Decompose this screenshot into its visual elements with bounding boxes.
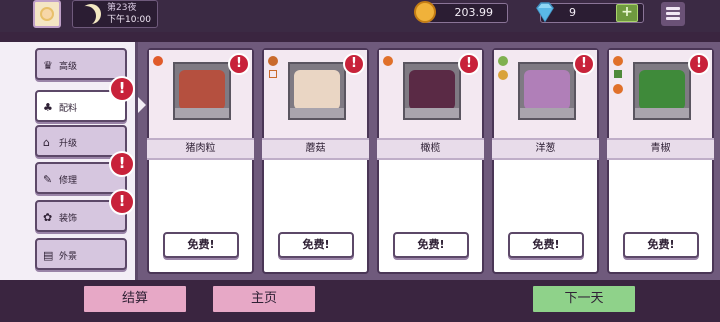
ingredient-type-icon (613, 56, 623, 66)
tab-premium[interactable]: ♛ 高级 (35, 48, 127, 80)
free-button[interactable]: 免费! (508, 232, 584, 258)
pork-topping-image (179, 70, 225, 110)
top-bar: 第23夜 下午10:00 203.99 9 + (0, 0, 720, 32)
free-button[interactable]: 免费! (278, 232, 354, 258)
crown-icon: ♛ (43, 59, 53, 72)
ingredient-card-onion[interactable]: ! 洋葱 免费! (492, 48, 599, 274)
clock-time: 下午10:00 (107, 15, 151, 25)
flag-icon (614, 70, 622, 78)
ingredient-name: 猪肉粒 (147, 138, 254, 160)
card-alert-badge: ! (228, 53, 250, 75)
hamburger-menu-icon[interactable] (661, 2, 685, 26)
ingredient-card-olive[interactable]: ! 橄榄 免费! (377, 48, 484, 274)
tab-label: 配料 (59, 104, 78, 114)
olive-topping-image (409, 70, 455, 110)
next-day-button[interactable]: 下一天 (531, 284, 637, 314)
night-counter: 第23夜 (107, 3, 137, 13)
green-pepper-topping-image (639, 70, 685, 110)
ingredient-name: 青椒 (607, 138, 714, 160)
moon-icon (81, 4, 101, 24)
ingredient-bin (633, 62, 691, 120)
onion-topping-image (524, 70, 570, 110)
plant-pot-icon: ✿ (43, 211, 53, 224)
ingredient-name: 橄榄 (377, 138, 484, 160)
ingredient-bin (288, 62, 346, 120)
free-button[interactable]: 免费! (163, 232, 239, 258)
ingredient-bin (403, 62, 461, 120)
tab-exterior[interactable]: ▤ 外景 (35, 238, 127, 270)
ingredient-bin (173, 62, 231, 120)
house-icon: ⌂ (43, 136, 50, 149)
mushroom-icon: ♣ (43, 101, 53, 114)
ingredient-bin (518, 62, 576, 120)
chef-face-icon (40, 7, 54, 21)
tab-label: 装饰 (59, 214, 78, 224)
active-tab-pointer (138, 97, 146, 113)
alert-badge-repair: ! (109, 151, 135, 177)
card-alert-badge: ! (343, 53, 365, 75)
diamond-icon (536, 2, 554, 23)
coin-icon (414, 1, 436, 23)
mushroom-topping-image (294, 70, 340, 110)
ingredient-type-icon (498, 70, 508, 80)
ingredient-type-icon (613, 84, 623, 94)
tab-label: 修理 (59, 176, 78, 186)
ingredient-card-mushroom[interactable]: ! 蘑菇 免费! (262, 48, 369, 274)
ingredient-card-green-pepper[interactable]: ! 青椒 免费! (607, 48, 714, 274)
avatar[interactable] (33, 0, 61, 28)
ingredient-card-pork[interactable]: ! 猪肉粒 免费! (147, 48, 254, 274)
free-button[interactable]: 免费! (623, 232, 699, 258)
add-gems-button[interactable]: + (616, 4, 638, 22)
tab-label: 升级 (59, 139, 78, 149)
home-button[interactable]: 主页 (211, 284, 317, 314)
tab-label: 高级 (59, 62, 78, 72)
leaf-icon (498, 56, 508, 66)
alert-badge-decoration: ! (109, 189, 135, 215)
ingredient-type-icon (383, 56, 393, 66)
mushroom-tag-icon (268, 56, 278, 66)
tab-label: 外景 (59, 252, 78, 262)
day-time-display: 第23夜 下午10:00 (72, 0, 158, 28)
ingredient-name: 蘑菇 (262, 138, 369, 160)
tab-upgrade[interactable]: ⌂ 升级 (35, 125, 127, 157)
card-alert-badge: ! (688, 53, 710, 75)
alert-badge-ingredients: ! (109, 76, 135, 102)
flag-icon (269, 70, 277, 78)
wrench-icon: ✎ (43, 173, 53, 186)
card-alert-badge: ! (458, 53, 480, 75)
card-alert-badge: ! (573, 53, 595, 75)
free-button[interactable]: 免费! (393, 232, 469, 258)
ingredient-type-icon (153, 56, 163, 66)
window-icon: ▤ (43, 249, 54, 262)
settle-button[interactable]: 结算 (82, 284, 188, 314)
ingredient-name: 洋葱 (492, 138, 599, 160)
